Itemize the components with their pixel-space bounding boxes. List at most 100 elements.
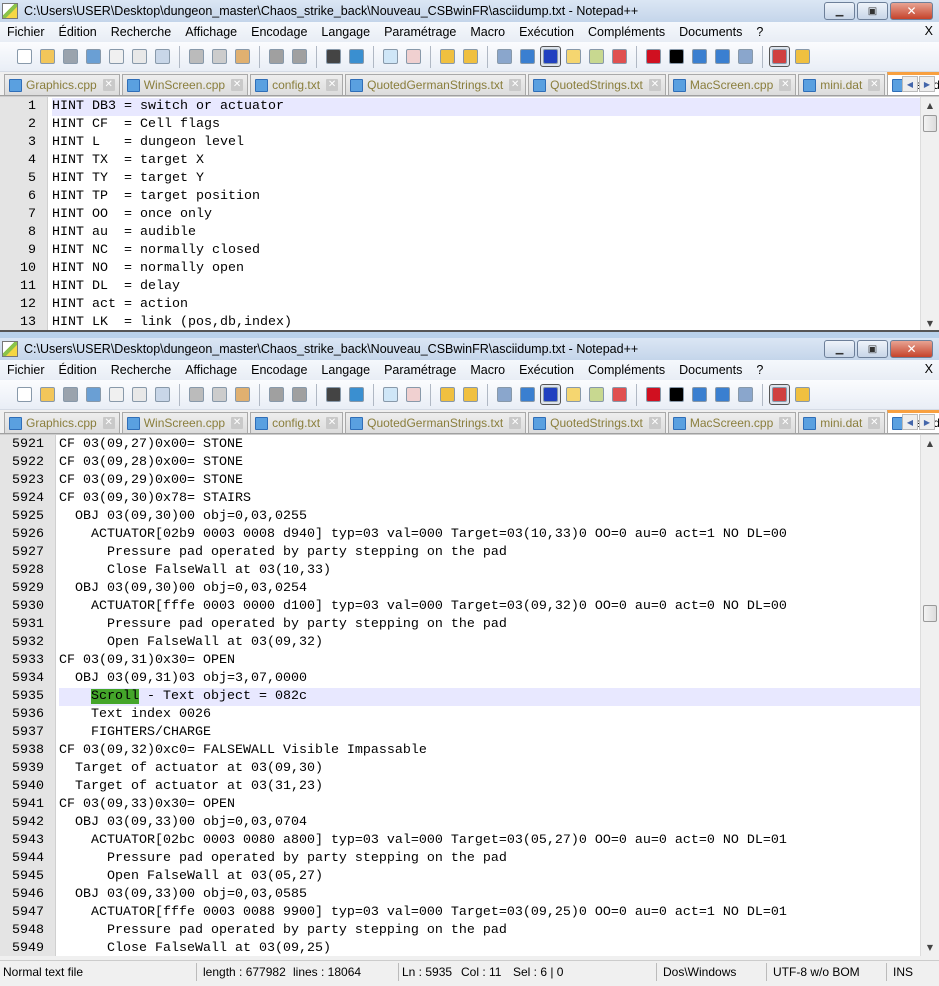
menu-item-7[interactable]: Paramétrage (377, 363, 463, 377)
word-wrap-button[interactable] (494, 384, 515, 405)
maximize-button[interactable]: ▣ (857, 340, 888, 358)
menu-item-9[interactable]: Exécution (512, 25, 581, 39)
paste-button[interactable] (232, 384, 253, 405)
tab-quotedstrings-txt[interactable]: QuotedStrings.txt ✕ (528, 412, 666, 433)
tab-close-icon[interactable]: ✕ (326, 79, 339, 91)
close-button[interactable]: ✕ (890, 340, 933, 358)
menu-item-2[interactable]: Édition (52, 363, 104, 377)
run-macro-multiple-button[interactable] (712, 46, 733, 67)
close-document-button[interactable]: X (925, 24, 933, 38)
open-file-button[interactable] (37, 46, 58, 67)
menu-item-8[interactable]: Macro (463, 363, 512, 377)
menu-item-10[interactable]: Compléments (581, 363, 672, 377)
tab-close-icon[interactable]: ✕ (509, 417, 522, 429)
tab-scroll-left-icon[interactable]: ◀ (902, 414, 918, 430)
menu-item-9[interactable]: Exécution (512, 363, 581, 377)
tab-winscreen-cpp[interactable]: WinScreen.cpp ✕ (121, 74, 249, 95)
scrollbar-thumb[interactable] (923, 605, 937, 622)
minimize-button[interactable]: ▁ (824, 2, 855, 20)
copy-button[interactable] (209, 384, 230, 405)
paste-button[interactable] (232, 46, 253, 67)
tab-close-icon[interactable]: ✕ (779, 417, 792, 429)
play-macro-button[interactable] (689, 384, 710, 405)
function-list-button[interactable] (609, 46, 630, 67)
save-all-button[interactable] (83, 46, 104, 67)
tab-quotedgermanstrings-txt[interactable]: QuotedGermanStrings.txt ✕ (345, 412, 527, 433)
word-wrap-button[interactable] (494, 46, 515, 67)
tab-macscreen-cpp[interactable]: MacScreen.cpp ✕ (667, 74, 797, 95)
plugin-folder-button[interactable] (792, 46, 813, 67)
zoom-in-button[interactable] (380, 384, 401, 405)
tab-close-icon[interactable]: ✕ (102, 417, 115, 429)
save-macro-button[interactable] (735, 384, 756, 405)
print-button[interactable] (152, 46, 173, 67)
tab-close-icon[interactable]: ✕ (102, 79, 115, 91)
menu-item-5[interactable]: Encodage (244, 363, 314, 377)
tab-graphics-cpp[interactable]: Graphics.cpp ✕ (4, 412, 120, 433)
plugin-folder-button[interactable] (792, 384, 813, 405)
sync-horizontal-button[interactable] (460, 46, 481, 67)
open-file-button[interactable] (37, 384, 58, 405)
menu-item-3[interactable]: Recherche (104, 363, 178, 377)
text-editor[interactable]: 1 HINT DB3 = switch or actuator 2 HINT CF =… (0, 96, 939, 330)
replace-button[interactable] (346, 384, 367, 405)
find-button[interactable] (323, 384, 344, 405)
menu-item-1[interactable]: Fichier (0, 363, 52, 377)
menu-item-1[interactable]: Fichier (0, 25, 52, 39)
show-all-chars-button[interactable] (517, 384, 538, 405)
menu-item-6[interactable]: Langage (314, 363, 377, 377)
new-file-button[interactable] (14, 46, 35, 67)
save-button[interactable] (60, 46, 81, 67)
menu-item-8[interactable]: Macro (463, 25, 512, 39)
maximize-button[interactable]: ▣ (857, 2, 888, 20)
replace-button[interactable] (346, 46, 367, 67)
copy-button[interactable] (209, 46, 230, 67)
tab-close-icon[interactable]: ✕ (231, 79, 244, 91)
menu-item-6[interactable]: Langage (314, 25, 377, 39)
sync-vertical-button[interactable] (437, 46, 458, 67)
tab-quotedstrings-txt[interactable]: QuotedStrings.txt ✕ (528, 74, 666, 95)
tab-scroll-right-icon[interactable]: ▶ (919, 414, 935, 430)
redo-button[interactable] (289, 46, 310, 67)
menu-item-12[interactable]: ? (749, 363, 770, 377)
sync-horizontal-button[interactable] (460, 384, 481, 405)
zoom-out-button[interactable] (403, 384, 424, 405)
undo-button[interactable] (266, 46, 287, 67)
spell-check-button[interactable] (769, 46, 790, 67)
function-list-button[interactable] (609, 384, 630, 405)
tab-close-icon[interactable]: ✕ (231, 417, 244, 429)
tab-config-txt[interactable]: config.txt ✕ (250, 412, 344, 433)
redo-button[interactable] (289, 384, 310, 405)
tab-close-icon[interactable]: ✕ (648, 417, 661, 429)
scrollbar-thumb[interactable] (923, 115, 937, 132)
save-macro-button[interactable] (735, 46, 756, 67)
show-all-chars-button[interactable] (517, 46, 538, 67)
save-all-button[interactable] (83, 384, 104, 405)
document-map-button[interactable] (586, 384, 607, 405)
indent-guide-button[interactable] (540, 46, 561, 67)
user-language-button[interactable] (563, 384, 584, 405)
spell-check-button[interactable] (769, 384, 790, 405)
tab-close-icon[interactable]: ✕ (868, 417, 881, 429)
print-button[interactable] (152, 384, 173, 405)
close-file-button[interactable] (106, 46, 127, 67)
tab-graphics-cpp[interactable]: Graphics.cpp ✕ (4, 74, 120, 95)
menu-item-7[interactable]: Paramétrage (377, 25, 463, 39)
menu-item-2[interactable]: Édition (52, 25, 104, 39)
minimize-button[interactable]: ▁ (824, 340, 855, 358)
scroll-up-icon[interactable]: ▲ (921, 97, 939, 114)
run-macro-multiple-button[interactable] (712, 384, 733, 405)
undo-button[interactable] (266, 384, 287, 405)
new-file-button[interactable] (14, 384, 35, 405)
tab-close-icon[interactable]: ✕ (326, 417, 339, 429)
document-map-button[interactable] (586, 46, 607, 67)
menu-item-5[interactable]: Encodage (244, 25, 314, 39)
indent-guide-button[interactable] (540, 384, 561, 405)
tab-config-txt[interactable]: config.txt ✕ (250, 74, 344, 95)
tab-macscreen-cpp[interactable]: MacScreen.cpp ✕ (667, 412, 797, 433)
tab-close-icon[interactable]: ✕ (868, 79, 881, 91)
save-button[interactable] (60, 384, 81, 405)
close-file-button[interactable] (106, 384, 127, 405)
menu-item-4[interactable]: Affichage (178, 25, 244, 39)
menu-item-4[interactable]: Affichage (178, 363, 244, 377)
